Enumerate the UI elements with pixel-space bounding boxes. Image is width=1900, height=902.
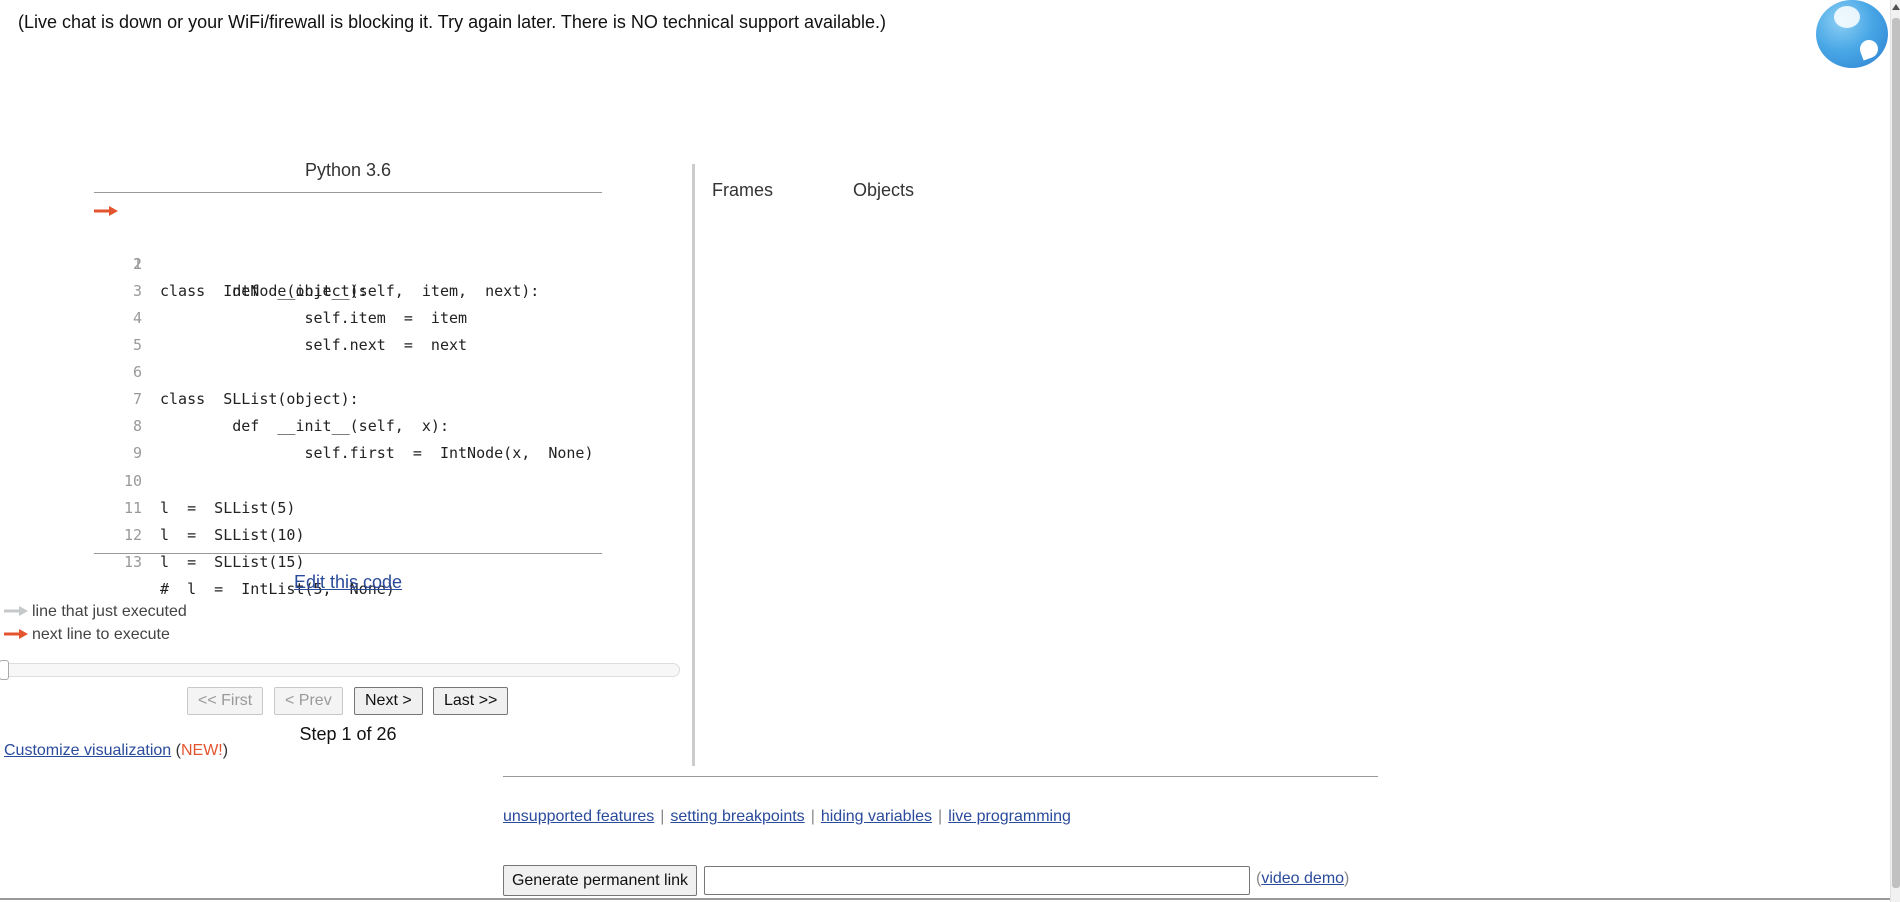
- link-separator: |: [660, 808, 665, 825]
- edit-code-link[interactable]: Edit this code: [94, 572, 602, 593]
- video-demo-link[interactable]: video demo: [1261, 870, 1344, 887]
- chat-bubble-icon[interactable]: [1816, 0, 1888, 68]
- chat-bubble-shine: [1834, 6, 1860, 28]
- last-button[interactable]: Last >>: [433, 687, 509, 715]
- code-line: 2 def __init__(self, item, next):: [94, 224, 602, 300]
- help-links: unsupported features | setting breakpoints…: [503, 808, 1071, 826]
- code-line: 13 # l = IntList(5, None): [94, 522, 602, 598]
- code-line: 1 class IntNode(object):: [94, 197, 602, 300]
- first-button[interactable]: << First: [187, 687, 264, 715]
- gray-arrow-icon: [4, 606, 28, 616]
- chat-bubble-mark: [1857, 37, 1881, 61]
- red-arrow-icon: [4, 629, 28, 639]
- video-demo: (video demo): [1256, 870, 1349, 888]
- code-line: 10 l = SLList(5): [94, 441, 602, 517]
- code-line: 7 def __init__(self, x):: [94, 359, 602, 435]
- code-line: 3 self.item = item: [94, 251, 602, 327]
- scroll-up-icon[interactable]: [1892, 4, 1900, 10]
- code-line: 5: [94, 305, 602, 354]
- step-slider-handle[interactable]: [0, 660, 9, 680]
- customize-visualization-link[interactable]: Customize visualization: [4, 742, 171, 759]
- prev-button[interactable]: < Prev: [274, 687, 343, 715]
- footer-divider: [503, 776, 1378, 777]
- code-line: 6 class SLList(object):: [94, 332, 602, 408]
- next-button[interactable]: Next >: [354, 687, 423, 715]
- code-line: 9: [94, 413, 602, 462]
- code-line: 8 self.first = IntNode(x, None): [94, 386, 602, 462]
- panel-divider: [692, 164, 695, 766]
- customize-close-paren: ): [222, 742, 229, 759]
- objects-header: Objects: [853, 180, 915, 200]
- language-label: Python 3.6: [304, 160, 392, 180]
- page-scrollbar[interactable]: [1890, 0, 1900, 902]
- new-badge: NEW!: [180, 742, 223, 759]
- chat-unavailable-notice: (Live chat is down or your WiFi/firewall…: [18, 12, 887, 32]
- permalink-field[interactable]: [704, 866, 1250, 895]
- code-line: 12 l = SLList(15): [94, 495, 602, 571]
- step-slider[interactable]: [0, 660, 680, 680]
- generate-permalink-button[interactable]: Generate permanent link: [503, 865, 697, 896]
- demo-close-paren: ): [1344, 870, 1350, 887]
- code-listing: 1 class IntNode(object): 2 def __init__(…: [94, 192, 602, 598]
- red-arrow-icon: [94, 206, 118, 216]
- link-separator: |: [938, 808, 943, 825]
- legend-just-executed-label: line that just executed: [32, 603, 187, 620]
- unsupported-features-link[interactable]: unsupported features: [503, 808, 654, 825]
- code-line: 11 l = SLList(10): [94, 468, 602, 544]
- scrollbar-thumb[interactable]: [1892, 18, 1900, 888]
- live-programming-link[interactable]: live programming: [948, 808, 1071, 825]
- window-bottom-edge: [0, 898, 1890, 900]
- hiding-variables-link[interactable]: hiding variables: [821, 808, 932, 825]
- frames-header: Frames: [712, 180, 774, 200]
- customize-visualization: Customize visualization (NEW!): [4, 742, 228, 760]
- setting-breakpoints-link[interactable]: setting breakpoints: [670, 808, 804, 825]
- legend-next-line-label: next line to execute: [32, 626, 170, 643]
- code-line: 4 self.next = next: [94, 278, 602, 354]
- link-separator: |: [810, 808, 815, 825]
